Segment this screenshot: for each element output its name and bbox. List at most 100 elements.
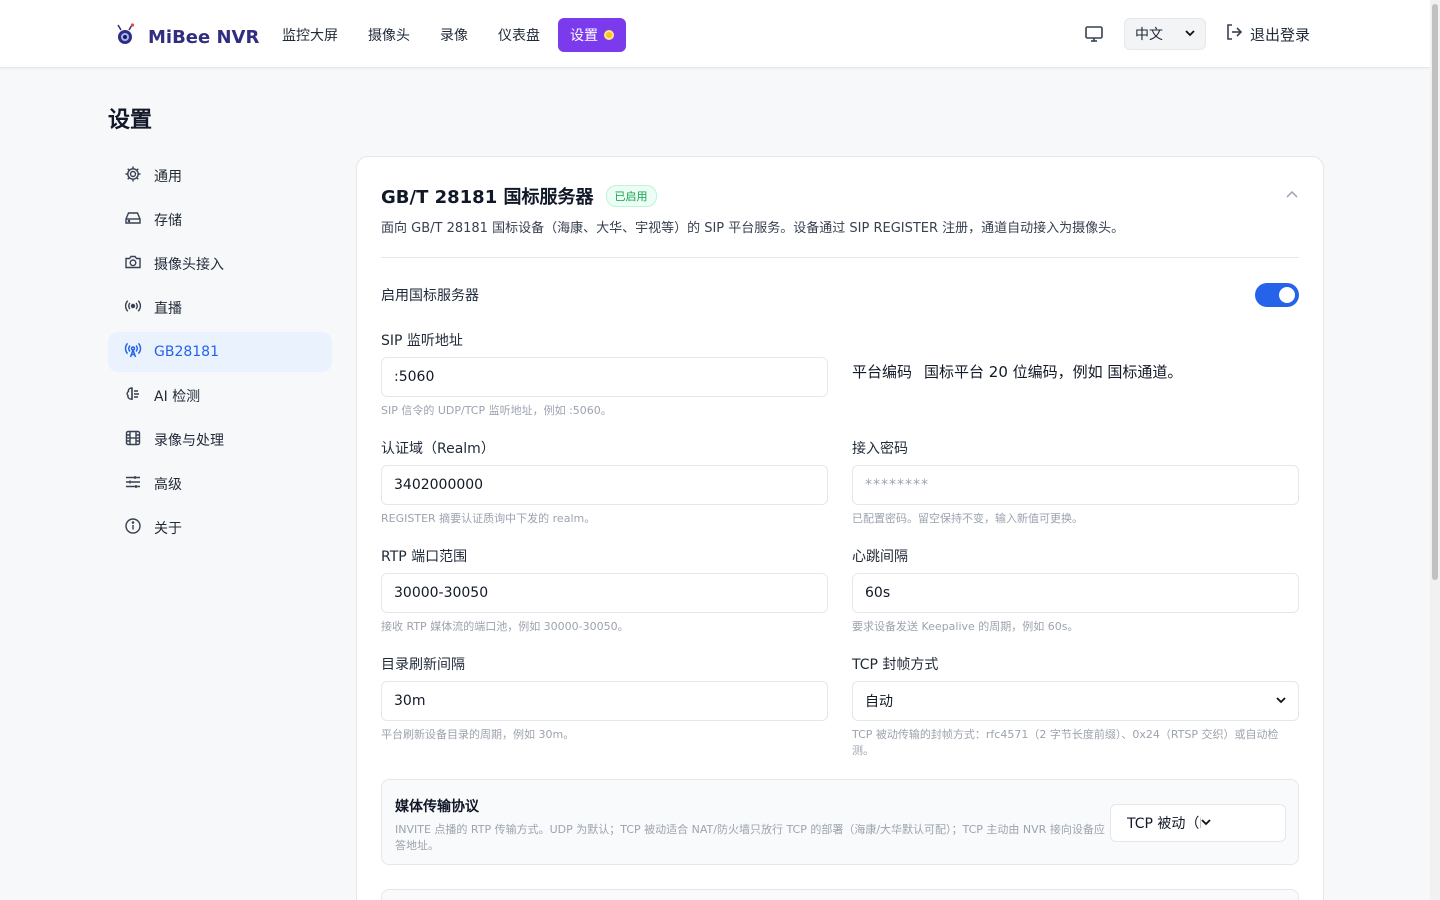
sip-address-label: SIP 监听地址 bbox=[381, 333, 463, 349]
sidebar-item-storage[interactable]: 存储 bbox=[108, 200, 332, 240]
heartbeat-input[interactable]: 60s bbox=[852, 573, 1299, 613]
heartbeat-label: 心跳间隔 bbox=[852, 549, 908, 565]
nav-dashboard[interactable]: 仪表盘 bbox=[486, 18, 552, 52]
sidebar-item-gb28181[interactable]: GB28181 bbox=[108, 332, 332, 372]
card-header: GB/T 28181 国标服务器 已启用 面向 GB/T 28181 国标设备（… bbox=[381, 183, 1299, 236]
tcp-framing-value: 自动 bbox=[865, 694, 893, 710]
monitor-icon[interactable] bbox=[1082, 22, 1106, 46]
sidebar-item-camera-access[interactable]: 摄像头接入 bbox=[108, 244, 332, 284]
tcp-framing-label: TCP 封帧方式 bbox=[852, 657, 939, 673]
platform-code-label: 平台编码 bbox=[852, 363, 913, 381]
sidebar-item-live[interactable]: 直播 bbox=[108, 288, 332, 328]
hard-drive-icon bbox=[124, 209, 142, 231]
card-title: GB/T 28181 国标服务器 bbox=[381, 187, 594, 208]
next-section bbox=[381, 889, 1299, 900]
media-transport-title: 媒体传输协议 bbox=[395, 799, 479, 815]
nav-settings-label: 设置 bbox=[570, 28, 598, 44]
gear-icon bbox=[124, 165, 142, 187]
card-description: 面向 GB/T 28181 国标设备（海康、大华、宇视等）的 SIP 平台服务。… bbox=[381, 221, 1125, 236]
realm-hint: REGISTER 摘要认证质询中下发的 realm。 bbox=[381, 512, 596, 525]
sidebar-item-label: 关于 bbox=[154, 521, 182, 537]
top-navbar: MiBee NVR 监控大屏 摄像头 录像 仪表盘 设置 中文 退出登录 bbox=[0, 0, 1430, 68]
sidebar-item-advanced[interactable]: 高级 bbox=[108, 464, 332, 504]
sidebar-item-label: 通用 bbox=[154, 169, 182, 185]
sip-address-input[interactable]: :5060 bbox=[381, 357, 828, 397]
password-field: 接入密码 ******** 已配置密码。留空保持不变，输入新值可更换。 bbox=[852, 439, 1299, 527]
nav-recordings[interactable]: 录像 bbox=[428, 18, 480, 52]
password-input[interactable]: ******** bbox=[852, 465, 1299, 505]
platform-code-text: 国标平台 20 位编码，例如 国标通道。 bbox=[924, 363, 1183, 381]
tcp-framing-field: TCP 封帧方式 自动 TCP 被动传输的封帧方式：rfc4571（2 字节长度… bbox=[852, 655, 1299, 759]
chevron-up-icon[interactable] bbox=[1285, 187, 1299, 206]
brain-icon bbox=[124, 385, 142, 407]
nav-cameras[interactable]: 摄像头 bbox=[356, 18, 422, 52]
enable-server-label: 启用国标服务器 bbox=[381, 288, 479, 304]
sidebar-item-label: 摄像头接入 bbox=[154, 257, 224, 273]
film-icon bbox=[124, 429, 142, 451]
status-badge: 已启用 bbox=[605, 185, 657, 207]
catalog-interval-hint: 平台刷新设备目录的周期，例如 30m。 bbox=[381, 728, 575, 741]
nav-settings[interactable]: 设置 bbox=[558, 18, 626, 52]
catalog-interval-input[interactable]: 30m bbox=[381, 681, 828, 721]
enable-server-row: 启用国标服务器 bbox=[381, 283, 1299, 307]
brand[interactable]: MiBee NVR bbox=[112, 22, 259, 52]
scrollbar-thumb[interactable] bbox=[1432, 4, 1438, 580]
chevron-down-icon bbox=[1185, 26, 1195, 42]
antenna-icon bbox=[124, 341, 142, 363]
toggle-knob bbox=[1279, 287, 1295, 303]
card-divider bbox=[381, 257, 1299, 258]
bee-logo-icon bbox=[112, 22, 138, 52]
sidebar-item-label: AI 检测 bbox=[154, 389, 201, 405]
rtp-range-hint: 接收 RTP 媒体流的端口池，例如 30000-30050。 bbox=[381, 620, 629, 633]
tcp-framing-select[interactable]: 自动 bbox=[852, 681, 1299, 721]
platform-code: 平台编码 国标平台 20 位编码，例如 国标通道。 bbox=[852, 361, 1182, 382]
media-transport-desc: INVITE 点播的 RTP 传输方式。UDP 为默认；TCP 被动适合 NAT… bbox=[395, 823, 1105, 852]
language-select-value: 中文 bbox=[1134, 27, 1163, 43]
chevron-down-icon bbox=[1276, 693, 1286, 709]
heartbeat-hint: 要求设备发送 Keepalive 的周期，例如 60s。 bbox=[852, 620, 1079, 633]
status-dot-icon bbox=[604, 30, 614, 40]
top-right-controls: 中文 退出登录 bbox=[1082, 18, 1310, 50]
heartbeat-field: 心跳间隔 60s 要求设备发送 Keepalive 的周期，例如 60s。 bbox=[852, 547, 1299, 635]
sidebar-item-about[interactable]: 关于 bbox=[108, 508, 332, 548]
page-title: 设置 bbox=[108, 108, 153, 133]
sidebar-item-label: 存储 bbox=[154, 213, 182, 229]
logout-button[interactable]: 退出登录 bbox=[1224, 22, 1310, 46]
sidebar-item-ai-detection[interactable]: AI 检测 bbox=[108, 376, 332, 416]
gb28181-settings-card: GB/T 28181 国标服务器 已启用 面向 GB/T 28181 国标设备（… bbox=[356, 156, 1324, 900]
sidebar-item-label: 高级 bbox=[154, 477, 182, 493]
catalog-interval-field: 目录刷新间隔 30m 平台刷新设备目录的周期，例如 30m。 bbox=[381, 655, 828, 743]
enable-server-toggle[interactable] bbox=[1255, 283, 1299, 307]
sidebar-item-recording-processing[interactable]: 录像与处理 bbox=[108, 420, 332, 460]
info-icon bbox=[124, 517, 142, 539]
page-scrollbar[interactable] bbox=[1430, 0, 1440, 900]
tcp-framing-hint: TCP 被动传输的封帧方式：rfc4571（2 字节长度前缀）、0x24（RTS… bbox=[852, 728, 1279, 757]
rtp-range-input[interactable]: 30000-30050 bbox=[381, 573, 828, 613]
rtp-range-label: RTP 端口范围 bbox=[381, 549, 468, 565]
chevron-down-icon bbox=[1201, 815, 1275, 831]
logout-label: 退出登录 bbox=[1249, 25, 1310, 44]
main-nav: 监控大屏 摄像头 录像 仪表盘 设置 bbox=[270, 18, 626, 52]
sliders-icon bbox=[124, 473, 142, 495]
sip-address-hint: SIP 信令的 UDP/TCP 监听地址，例如 :5060。 bbox=[381, 404, 612, 417]
logout-icon bbox=[1224, 22, 1244, 46]
realm-label: 认证域（Realm） bbox=[381, 441, 495, 457]
camera-icon bbox=[124, 253, 142, 275]
media-transport-select[interactable]: TCP 被动（NVR 监听） bbox=[1110, 804, 1286, 842]
sidebar-item-label: GB28181 bbox=[154, 344, 219, 360]
password-hint: 已配置密码。留空保持不变，输入新值可更换。 bbox=[852, 512, 1083, 525]
realm-input[interactable]: 3402000000 bbox=[381, 465, 828, 505]
nav-monitor-wall[interactable]: 监控大屏 bbox=[270, 18, 350, 52]
sidebar-item-label: 录像与处理 bbox=[154, 433, 224, 449]
settings-sidebar: 通用 存储 摄像头接入 直播 GB28181 AI 检测 录像与处理 高级 关于 bbox=[108, 156, 332, 552]
sidebar-item-general[interactable]: 通用 bbox=[108, 156, 332, 196]
realm-field: 认证域（Realm） 3402000000 REGISTER 摘要认证质询中下发… bbox=[381, 439, 828, 527]
catalog-interval-label: 目录刷新间隔 bbox=[381, 657, 465, 673]
rtp-range-field: RTP 端口范围 30000-30050 接收 RTP 媒体流的端口池，例如 3… bbox=[381, 547, 828, 635]
language-select[interactable]: 中文 bbox=[1123, 18, 1206, 50]
sip-address-field: SIP 监听地址 :5060 SIP 信令的 UDP/TCP 监听地址，例如 :… bbox=[381, 331, 828, 419]
brand-name: MiBee NVR bbox=[148, 26, 260, 48]
broadcast-icon bbox=[124, 297, 142, 319]
media-transport-value: TCP 被动（NVR 监听） bbox=[1127, 816, 1201, 832]
sidebar-item-label: 直播 bbox=[154, 301, 182, 317]
